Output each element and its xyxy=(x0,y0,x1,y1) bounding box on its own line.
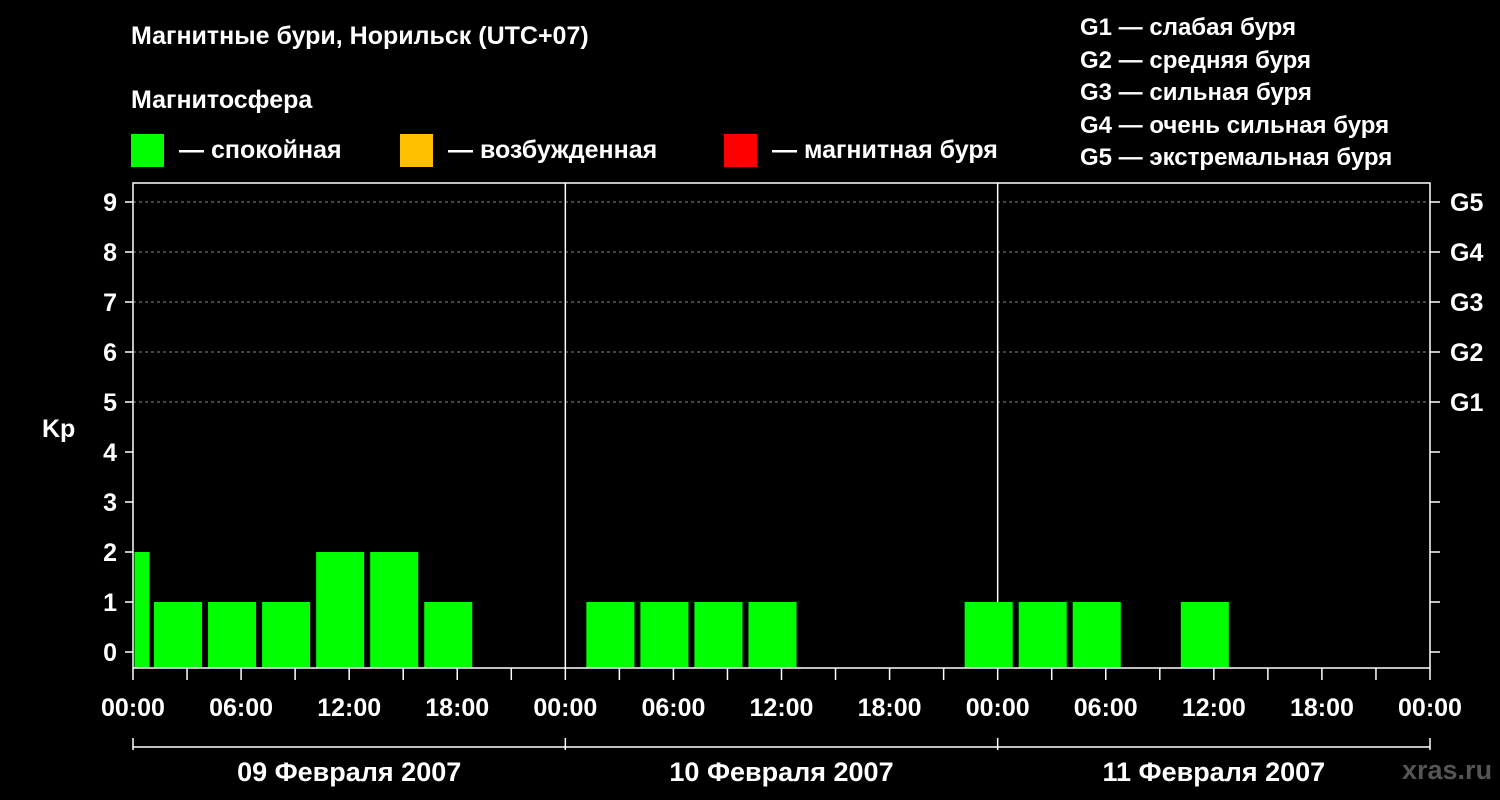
y-tick-label: 9 xyxy=(103,189,117,217)
x-tick-label: 12:00 xyxy=(750,694,814,722)
x-tick-label: 06:00 xyxy=(641,694,705,722)
y-tick-label: 6 xyxy=(103,339,117,367)
kp-bar xyxy=(1018,602,1067,668)
g-scale-label: G4 xyxy=(1450,239,1483,267)
kp-bar xyxy=(208,602,257,668)
kp-bar xyxy=(964,602,1013,668)
kp-bar xyxy=(370,552,419,668)
day-label: 11 Февраля 2007 xyxy=(1102,757,1325,787)
x-tick-label: 00:00 xyxy=(966,694,1030,722)
y-tick-label: 8 xyxy=(103,239,117,267)
g-scale-label: G1 xyxy=(1450,389,1483,417)
y-tick-label: 3 xyxy=(103,489,117,517)
y-tick-label: 5 xyxy=(103,389,117,417)
g-scale-label: G2 xyxy=(1450,339,1483,367)
day-label: 09 Февраля 2007 xyxy=(237,757,461,787)
watermark: xras.ru xyxy=(1402,755,1493,785)
x-tick-label: 00:00 xyxy=(1398,694,1462,722)
x-tick-label: 00:00 xyxy=(533,694,597,722)
x-tick-label: 18:00 xyxy=(1290,694,1354,722)
x-tick-label: 12:00 xyxy=(317,694,381,722)
g-scale-label: G3 xyxy=(1450,289,1483,317)
kp-bar xyxy=(694,602,743,668)
x-tick-label: 12:00 xyxy=(1182,694,1246,722)
kp-bar xyxy=(154,602,203,668)
y-tick-label: 4 xyxy=(103,439,117,467)
x-tick-label: 06:00 xyxy=(209,694,273,722)
kp-bar xyxy=(586,602,635,668)
kp-bar xyxy=(424,602,473,668)
y-tick-label: 1 xyxy=(103,589,117,617)
x-tick-label: 18:00 xyxy=(425,694,489,722)
kp-bar xyxy=(640,602,689,668)
y-tick-label: 2 xyxy=(103,539,117,567)
kp-bar xyxy=(748,602,797,668)
y-axis-label: Kp xyxy=(42,415,75,443)
g-scale-label: G5 xyxy=(1450,189,1483,217)
x-tick-label: 00:00 xyxy=(101,694,165,722)
y-tick-label: 0 xyxy=(103,639,117,667)
kp-bar-chart: 0 1 2 3 4 5 6 7 8 9 G1 G2 G3 G4 G5 Kp 00:00 06:00 12:00 18:… xyxy=(42,182,1483,787)
day-label: 10 Февраля 2007 xyxy=(669,757,893,787)
kp-bar xyxy=(262,602,311,668)
kp-bar xyxy=(134,552,150,668)
y-tick-label: 7 xyxy=(103,289,117,317)
kp-bar xyxy=(316,552,365,668)
kp-bar xyxy=(1180,602,1229,668)
kp-bar xyxy=(1072,602,1121,668)
x-tick-label: 18:00 xyxy=(858,694,922,722)
x-tick-label: 06:00 xyxy=(1074,694,1138,722)
